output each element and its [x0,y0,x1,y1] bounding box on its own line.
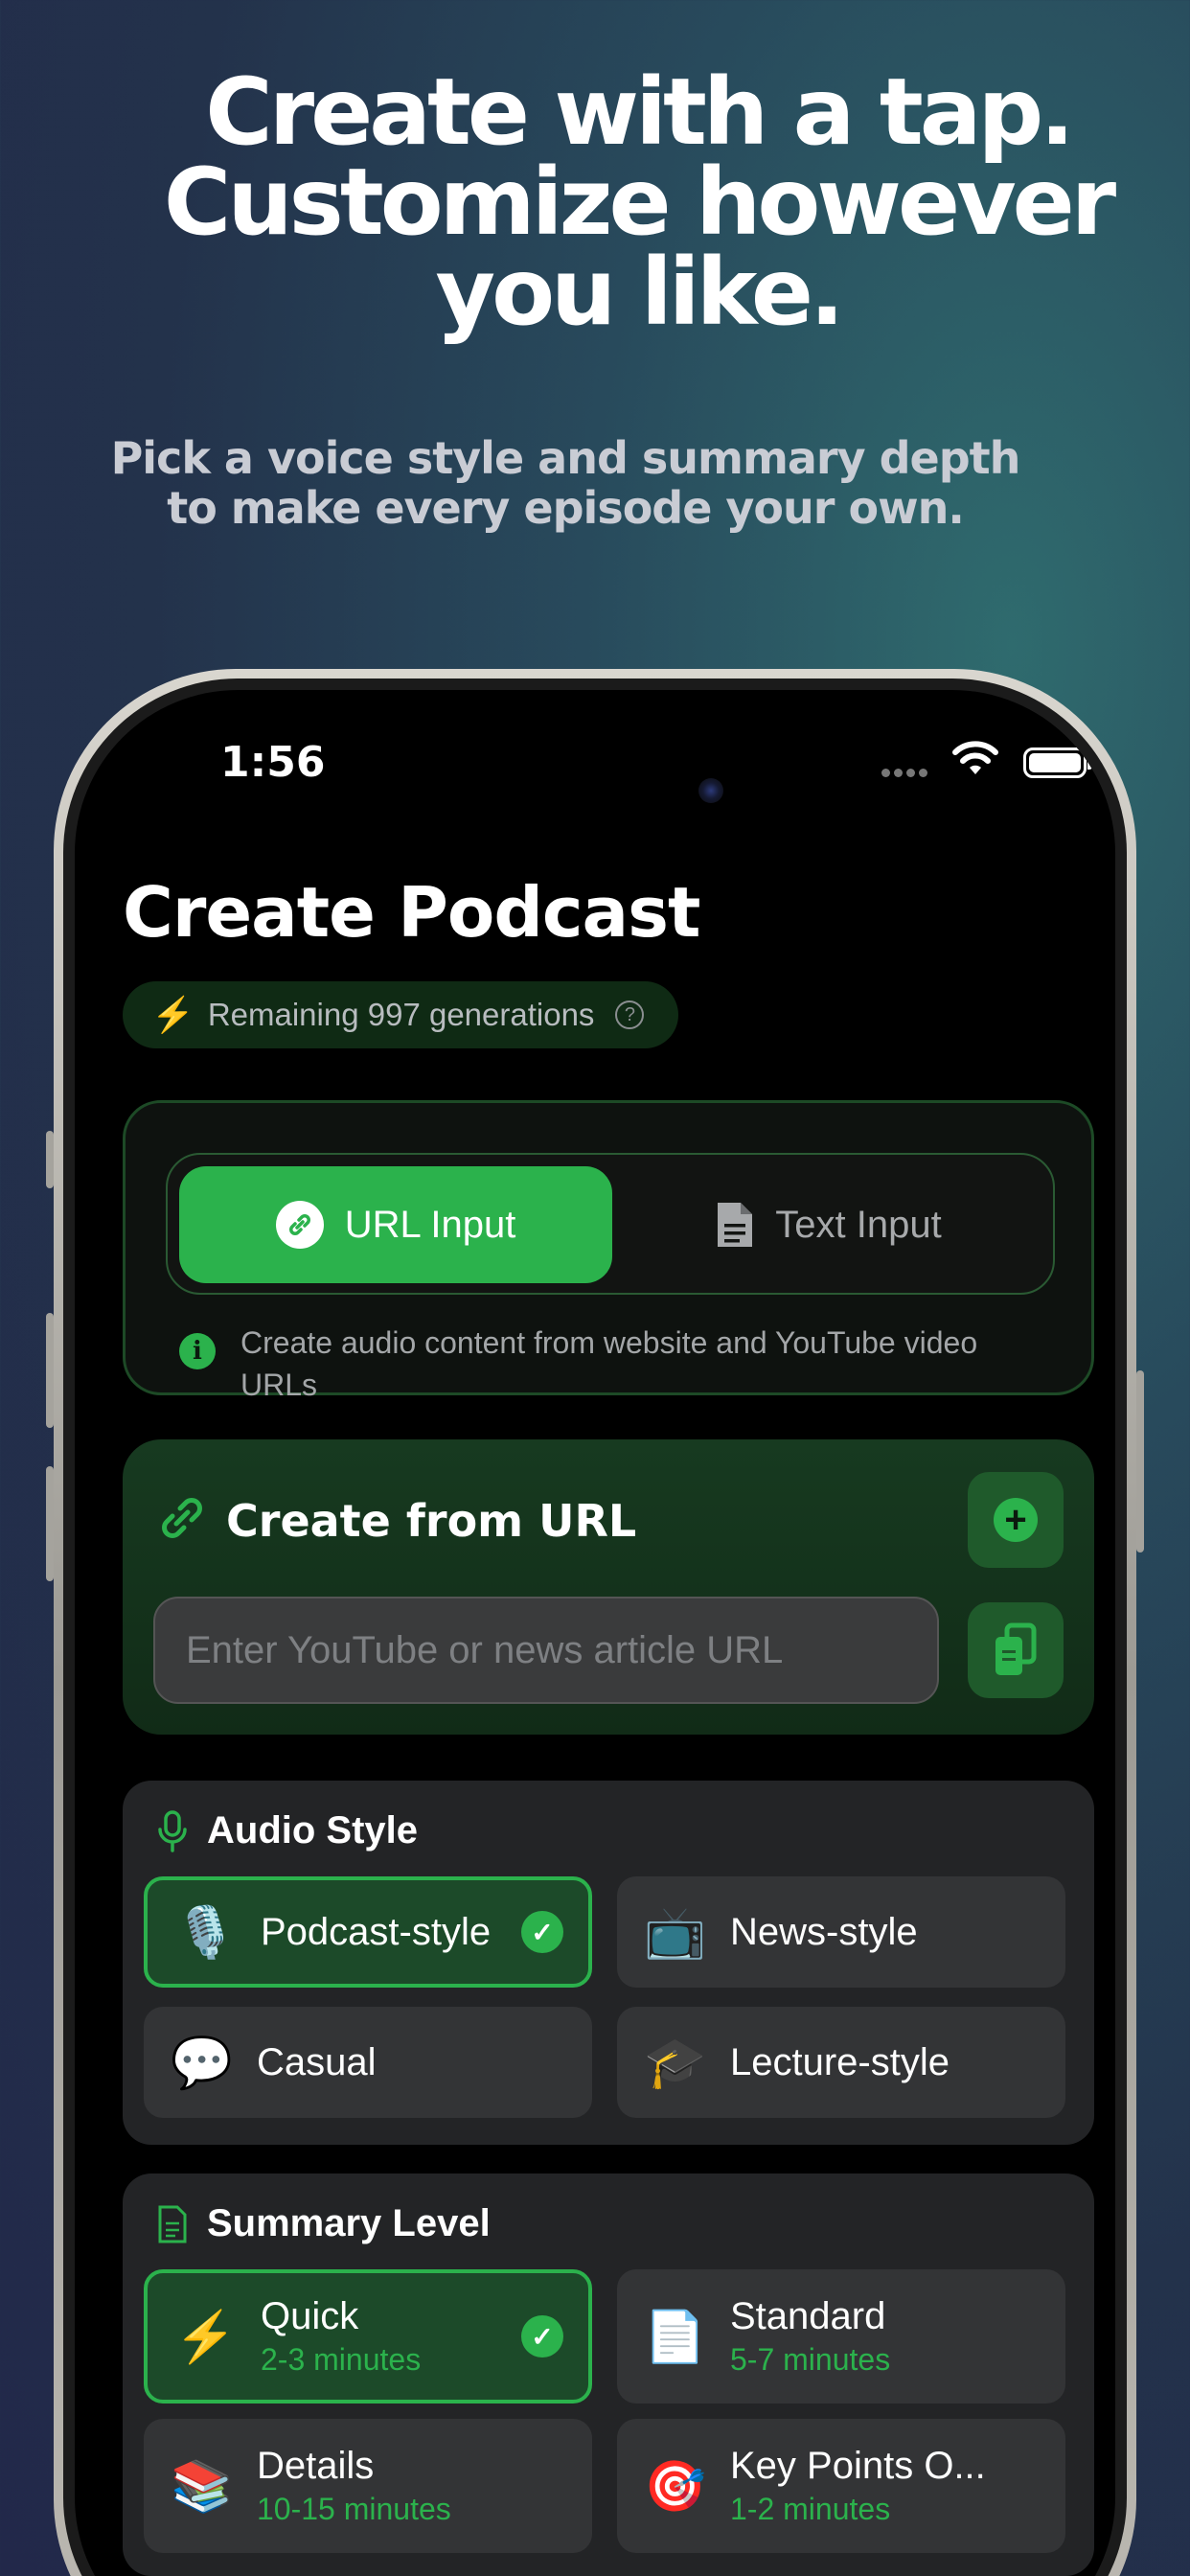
audio-option-label: Lecture-style [730,2040,950,2083]
remaining-generations-badge[interactable]: ⚡ Remaining 997 generations ? [123,981,679,1048]
phone-frame: 1:56 Create Podcast ⚡ Remaining 997 gene… [54,669,1136,2576]
create-from-url-title: Create from URL [226,1495,637,1547]
url-input-field[interactable] [153,1597,939,1704]
audio-option-podcast[interactable]: 🎙️ Podcast-style ✓ [144,1876,592,1988]
remaining-generations-text: Remaining 997 generations [207,997,595,1032]
url-input-tab-label: URL Input [344,1203,516,1246]
audio-option-label: News-style [730,1910,918,1953]
text-input-tab-label: Text Input [775,1203,942,1246]
audio-option-news[interactable]: 📺 News-style [617,1876,1065,1988]
summary-option-standard[interactable]: 📄 Standard 5-7 minutes [617,2269,1065,2404]
checkmark-icon: ✓ [521,2315,563,2358]
summary-option-details[interactable]: 📚 Details 10-15 minutes [144,2419,592,2553]
lightning-emoji-icon: ⚡ [174,2309,237,2365]
phone-volume-up [46,1313,54,1428]
summary-option-duration: 5-7 minutes [730,2342,891,2377]
page-title: Create Podcast [123,872,700,953]
url-input-tab[interactable]: URL Input [179,1166,612,1283]
summary-level-card: Summary Level ⚡ Quick 2-3 minutes ✓ 📄 St… [123,2174,1094,2576]
page-emoji-icon: 📄 [644,2309,706,2365]
books-emoji-icon: 📚 [171,2458,233,2515]
marketing-subhead: Pick a voice style and summary depth to … [0,433,1131,533]
audio-option-label: Podcast-style [261,1910,492,1953]
audio-style-card: Audio Style 🎙️ Podcast-style ✓ 📺 News-st… [123,1781,1094,2145]
speech-bubble-emoji-icon: 💬 [171,2035,233,2091]
lightning-icon: ⚡ [151,995,195,1034]
front-camera-icon [698,778,723,803]
headline-line-2: Customize however [163,149,1116,256]
subhead-line-2: to make every episode your own. [167,482,965,534]
audio-option-casual[interactable]: 💬 Casual [144,2007,592,2118]
summary-option-label: Key Points O... [730,2445,986,2487]
paste-button[interactable] [968,1602,1064,1698]
app-screen: 1:56 Create Podcast ⚡ Remaining 997 gene… [75,690,1115,2576]
target-emoji-icon: 🎯 [644,2458,706,2515]
checkmark-icon: ✓ [521,1911,563,1953]
graduation-cap-emoji-icon: 🎓 [644,2035,706,2091]
clipboard-icon [995,1622,1037,1675]
summary-option-duration: 1-2 minutes [730,2492,891,2526]
audio-option-lecture[interactable]: 🎓 Lecture-style [617,2007,1065,2118]
phone-action-button [46,1131,54,1188]
input-mode-hint: Create audio content from website and Yo… [240,1325,978,1402]
television-emoji-icon: 📺 [644,1904,706,1961]
audio-style-title: Audio Style [207,1809,419,1852]
summary-option-label: Quick [261,2295,359,2337]
wifi-icon [952,741,998,774]
plus-icon: + [994,1498,1038,1542]
marketing-headline: Create with a tap. Customize however you… [0,58,1190,346]
info-icon: i [179,1333,216,1369]
summary-level-title: Summary Level [207,2202,491,2244]
document-icon [718,1203,753,1247]
phone-power-button [1136,1370,1144,1552]
microphone-emoji-icon: 🎙️ [174,1904,237,1961]
summary-option-key-points[interactable]: 🎯 Key Points O... 1-2 minutes [617,2419,1065,2553]
link-icon [275,1201,324,1249]
battery-icon [1023,748,1092,778]
audio-style-header: Audio Style [157,1809,418,1852]
text-input-tab[interactable]: Text Input [612,1166,1045,1283]
link-icon [162,1498,202,1538]
create-from-url-card: Create from URL + [123,1439,1094,1735]
summary-level-header: Summary Level [157,2202,491,2245]
summary-option-duration: 2-3 minutes [261,2342,422,2377]
phone-bezel: 1:56 Create Podcast ⚡ Remaining 997 gene… [63,678,1127,2576]
document-icon [158,2205,187,2242]
summary-option-duration: 10-15 minutes [257,2492,451,2526]
phone-volume-down [46,1466,54,1581]
microphone-icon [158,1809,187,1852]
summary-option-quick[interactable]: ⚡ Quick 2-3 minutes ✓ [144,2269,592,2404]
subhead-line-1: Pick a voice style and summary depth [110,432,1021,484]
help-icon[interactable]: ? [615,1000,645,1029]
headline-line-1: Create with a tap. [205,58,1074,166]
add-url-button[interactable]: + [968,1472,1064,1568]
status-time: 1:56 [220,738,326,787]
audio-option-label: Casual [257,2040,377,2083]
input-mode-segmented-control: URL Input Text Input [166,1153,1055,1295]
input-mode-card: URL Input Text Input i Create audio cont… [123,1100,1094,1402]
summary-option-label: Details [257,2445,375,2487]
headline-line-3: you like. [435,239,845,346]
cellular-signal-icon [881,765,931,782]
summary-option-label: Standard [730,2295,886,2337]
